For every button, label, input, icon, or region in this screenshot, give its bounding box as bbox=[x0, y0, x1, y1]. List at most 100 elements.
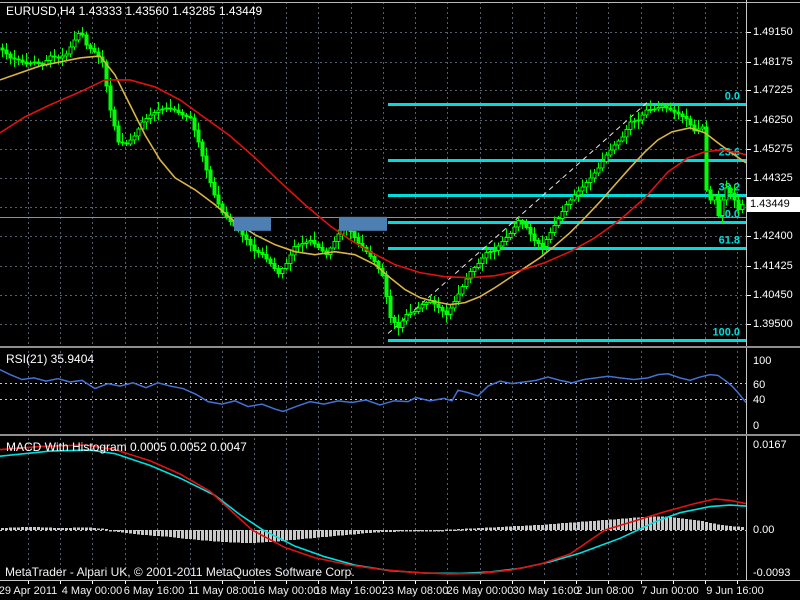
macd-histogram-bar bbox=[73, 527, 76, 530]
macd-histogram-bar bbox=[49, 527, 52, 530]
macd-histogram-bar bbox=[633, 517, 636, 530]
price-axis-label: 1.41425 bbox=[753, 260, 793, 272]
macd-histogram-bar bbox=[373, 530, 376, 533]
macd-histogram-bar bbox=[329, 530, 332, 537]
candle-body bbox=[684, 115, 689, 120]
candle-body bbox=[124, 142, 129, 145]
time-axis-label: 2 Jun 08:00 bbox=[576, 585, 634, 597]
candle-body bbox=[52, 55, 57, 58]
candle-body bbox=[80, 32, 85, 36]
candle-body bbox=[408, 312, 413, 316]
highlight-zone-rect[interactable] bbox=[234, 216, 271, 231]
time-axis-label: 9 Jun 16:00 bbox=[706, 585, 764, 597]
candle-body bbox=[708, 189, 713, 201]
candle-body bbox=[396, 322, 401, 329]
candle-body bbox=[388, 296, 393, 319]
macd-histogram-bar bbox=[713, 523, 716, 530]
price-axis-label: 1.44325 bbox=[753, 172, 793, 184]
macd-histogram-bar bbox=[689, 519, 692, 530]
rsi-macd-separator[interactable] bbox=[0, 434, 800, 436]
macd-histogram-bar bbox=[321, 530, 324, 538]
candle-body bbox=[632, 120, 637, 123]
macd-histogram-bar bbox=[145, 530, 148, 536]
macd-histogram-bar bbox=[477, 528, 480, 530]
candle-body bbox=[332, 241, 337, 249]
candle-body bbox=[128, 139, 133, 145]
candle-body bbox=[664, 105, 669, 109]
main-rsi-separator[interactable] bbox=[0, 346, 800, 348]
macd-histogram-bar bbox=[53, 527, 56, 530]
candle-body bbox=[644, 109, 649, 116]
time-axis-label: 16 May 00:00 bbox=[252, 585, 320, 597]
macd-histogram-bar bbox=[533, 525, 536, 530]
macd-histogram-bar bbox=[21, 527, 24, 530]
macd-histogram-bar bbox=[153, 530, 156, 536]
rsi-axis-label: 0 bbox=[753, 420, 760, 432]
chart-canvas[interactable]: 0.023.638.250.061.8100.0 bbox=[0, 0, 800, 600]
candle-body bbox=[24, 61, 29, 65]
candle-body bbox=[180, 111, 185, 116]
macd-histogram-bar bbox=[285, 530, 288, 541]
macd-histogram-bar bbox=[33, 527, 36, 530]
candle-body bbox=[36, 61, 41, 64]
candle-body bbox=[496, 245, 501, 252]
candle-body bbox=[276, 268, 281, 275]
macd-histogram-bar bbox=[365, 530, 368, 534]
candle-body bbox=[384, 275, 389, 298]
time-axis-separator bbox=[0, 580, 800, 581]
macd-histogram-bar bbox=[645, 516, 648, 530]
macd-histogram-bar bbox=[277, 530, 280, 542]
macd-histogram-bar bbox=[601, 520, 604, 530]
macd-histogram-bar bbox=[173, 530, 176, 538]
time-axis-label: 29 Apr 2011 bbox=[0, 585, 58, 597]
macd-histogram-bar bbox=[573, 522, 576, 530]
macd-histogram-bar bbox=[105, 529, 108, 531]
candle-body bbox=[320, 247, 325, 252]
macd-histogram-bar bbox=[157, 530, 160, 537]
macd-histogram-bar bbox=[501, 526, 504, 530]
macd-histogram-bar bbox=[109, 530, 112, 532]
macd-histogram-bar bbox=[169, 530, 172, 537]
macd-histogram-bar bbox=[577, 522, 580, 530]
macd-histogram-bar bbox=[409, 530, 412, 532]
macd-histogram-bar bbox=[453, 529, 456, 531]
candle-body bbox=[208, 169, 213, 183]
macd-histogram-bar bbox=[129, 530, 132, 534]
macd-histogram-bar bbox=[493, 527, 496, 530]
fib-level-label: 100.0 bbox=[712, 327, 740, 339]
time-axis-label: 6 May 16:00 bbox=[123, 585, 185, 597]
macd-histogram-bar bbox=[97, 528, 100, 530]
macd-axis-label: 0.0167 bbox=[753, 438, 787, 451]
candle-body bbox=[484, 252, 489, 259]
candle-body bbox=[460, 286, 465, 295]
macd-histogram-bar bbox=[449, 529, 452, 531]
macd-histogram-bar bbox=[741, 527, 744, 530]
macd-histogram-bar bbox=[529, 525, 532, 530]
candle-body bbox=[524, 223, 529, 229]
candle-body bbox=[84, 34, 89, 46]
macd-histogram-bar bbox=[61, 527, 64, 530]
macd-histogram-bar bbox=[613, 519, 616, 530]
macd-histogram-bar bbox=[37, 527, 40, 530]
candle-body bbox=[532, 233, 537, 242]
macd-histogram-bar bbox=[429, 530, 432, 532]
candle-body bbox=[548, 232, 553, 241]
macd-histogram-bar bbox=[245, 530, 248, 543]
macd-histogram-bar bbox=[557, 523, 560, 530]
macd-histogram-bar bbox=[289, 530, 292, 541]
macd-histogram-bar bbox=[185, 530, 188, 539]
candle-body bbox=[704, 126, 709, 191]
candle-body bbox=[204, 155, 209, 171]
macd-histogram-bar bbox=[581, 521, 584, 530]
candle-body bbox=[196, 129, 201, 143]
macd-histogram-bar bbox=[705, 522, 708, 530]
macd-histogram-bar bbox=[545, 524, 548, 530]
candle-body bbox=[352, 231, 357, 239]
rsi-axis-label: 60 bbox=[753, 379, 766, 391]
candle-body bbox=[608, 149, 613, 156]
candle-body bbox=[564, 204, 569, 213]
price-axis-label: 1.49150 bbox=[753, 26, 793, 38]
trendline[interactable] bbox=[387, 99, 651, 334]
candle-body bbox=[112, 109, 117, 127]
highlight-zone-rect[interactable] bbox=[339, 216, 387, 231]
